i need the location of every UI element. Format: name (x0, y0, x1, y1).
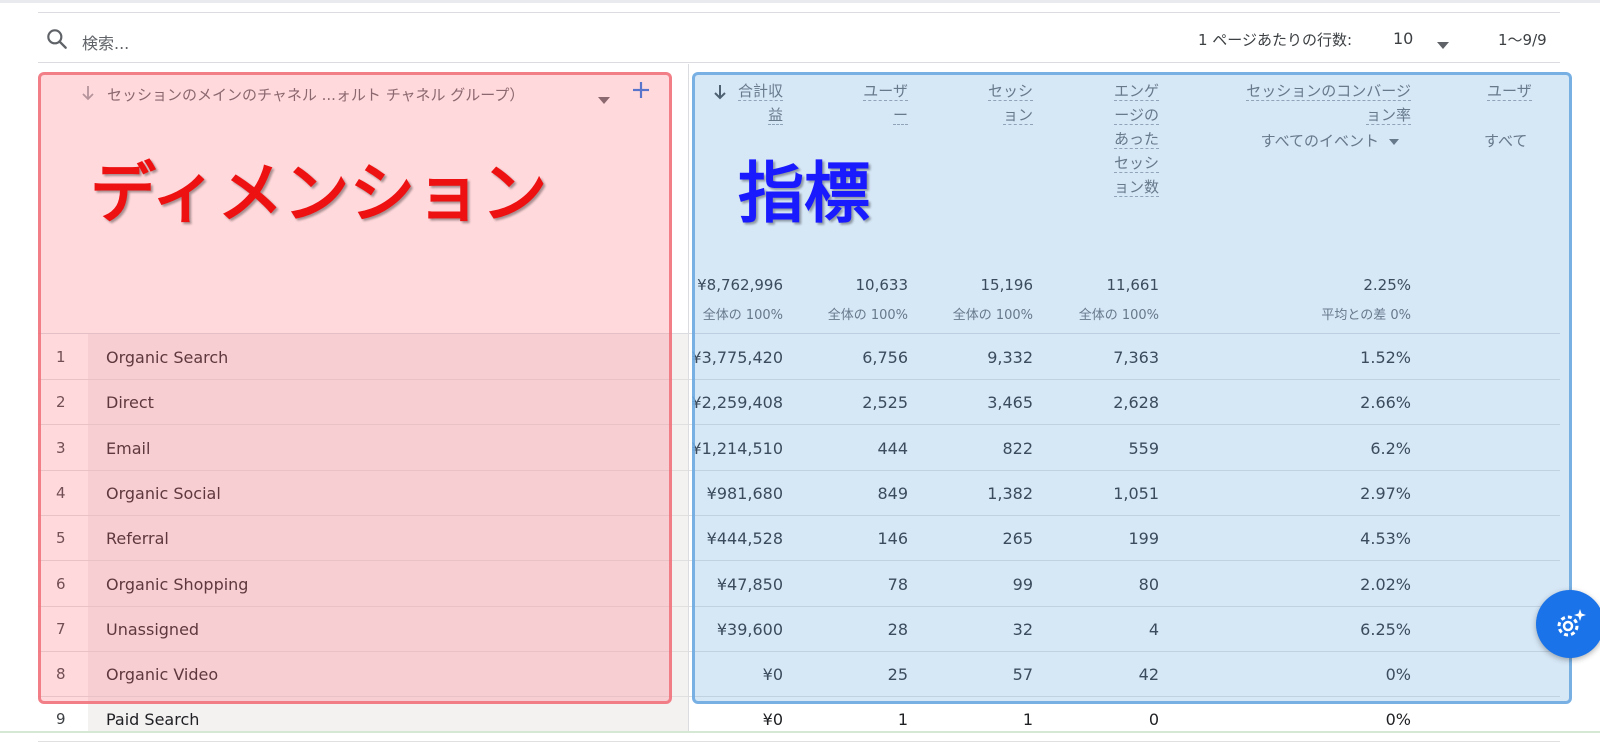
metric-cell: 1 (897, 710, 908, 730)
dimension-annotation-label: ディメンション (90, 155, 548, 232)
metrics-annotation-label: 指標 (738, 155, 870, 232)
search-icon[interactable] (44, 26, 70, 52)
top-divider (38, 12, 1560, 13)
chevron-down-icon (1437, 35, 1449, 54)
search-input[interactable]: 検索... (82, 30, 129, 54)
row-index: 9 (56, 710, 66, 729)
toolbar-divider (38, 62, 1560, 63)
rows-per-page-value: 10 (1393, 29, 1414, 48)
settings-fab-button[interactable] (1536, 590, 1600, 658)
metric-cell: 0 (1148, 710, 1159, 730)
metric-cell: ¥0 (762, 710, 783, 730)
metric-cell: 1 (1022, 710, 1033, 730)
table-toolbar: 検索... 1 ページあたりの行数: 10 1〜9/9 (38, 20, 1560, 60)
top-border (0, 0, 1600, 3)
column-divider (688, 64, 689, 733)
metric-cell: 0% (1385, 710, 1411, 730)
dimension-value[interactable]: Paid Search (106, 710, 199, 729)
pagination-range: 1〜9/9 (1498, 31, 1547, 49)
rows-per-page-select[interactable]: 10 (1393, 26, 1473, 52)
rows-per-page-label: 1 ページあたりの行数: (1198, 31, 1353, 49)
